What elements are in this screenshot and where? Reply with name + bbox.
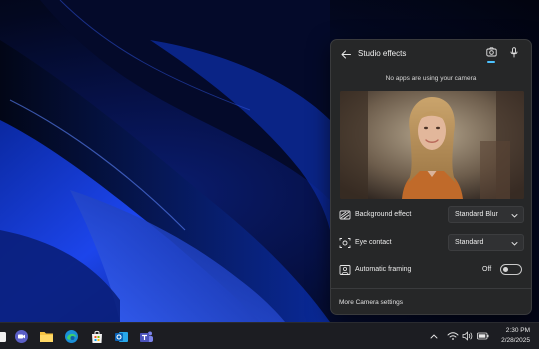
camera-preview-image <box>340 91 524 199</box>
taskbar-outlook[interactable] <box>113 328 130 345</box>
folder-icon <box>40 332 53 342</box>
flyout-divider <box>331 288 531 289</box>
taskbar-teams[interactable] <box>138 328 155 345</box>
app-icon <box>0 331 6 342</box>
eye-contact-label: Eye contact <box>355 239 392 246</box>
automatic-framing-toggle[interactable] <box>500 264 522 275</box>
camera-preview <box>340 91 524 199</box>
tab-camera[interactable] <box>483 45 499 63</box>
taskbar: 2:30 PM 2/28/2025 <box>0 322 539 349</box>
chevron-up-icon <box>430 334 438 339</box>
automatic-framing-icon <box>339 265 351 275</box>
battery-button[interactable] <box>477 330 489 342</box>
battery-icon <box>477 332 489 340</box>
chevron-down-icon <box>511 214 518 218</box>
background-effect-label: Background effect <box>355 211 412 218</box>
speaker-icon <box>462 331 473 341</box>
taskbar-file-explorer[interactable] <box>38 328 55 345</box>
taskbar-app-partial[interactable] <box>0 328 9 345</box>
flyout-header: Studio effects <box>331 40 531 68</box>
network-button[interactable] <box>447 330 459 342</box>
taskbar-store[interactable] <box>88 328 105 345</box>
teams-icon <box>140 331 153 342</box>
back-arrow-icon <box>341 50 351 58</box>
background-effect-icon <box>339 210 351 220</box>
eye-contact-icon <box>339 238 351 248</box>
studio-effects-flyout: Studio effects No apps are using your ca… <box>330 39 532 315</box>
microphone-icon <box>510 47 518 58</box>
taskbar-teams-meeting[interactable] <box>13 328 30 345</box>
tab-selected-indicator <box>487 61 495 63</box>
wifi-icon <box>447 332 459 340</box>
camera-status-text: No apps are using your camera <box>385 75 477 82</box>
toggle-knob <box>503 267 508 272</box>
edge-browser-icon <box>65 330 78 343</box>
background-effect-dropdown[interactable]: Standard Blur <box>448 206 524 223</box>
outlook-icon <box>115 331 128 342</box>
chevron-down-icon <box>511 242 518 246</box>
background-effect-value: Standard Blur <box>455 211 498 218</box>
taskbar-edge[interactable] <box>63 328 80 345</box>
tab-microphone[interactable] <box>507 45 521 61</box>
eye-contact-row: Eye contact Standard <box>331 232 531 254</box>
flyout-title: Studio effects <box>358 49 407 58</box>
eye-contact-dropdown[interactable]: Standard <box>448 234 524 251</box>
taskbar-clock-time[interactable]: 2:30 PM <box>500 327 530 334</box>
eye-contact-value: Standard <box>455 239 484 246</box>
background-effect-row: Background effect Standard Blur <box>331 204 531 226</box>
taskbar-clock-date[interactable]: 2/28/2025 <box>493 337 530 344</box>
automatic-framing-label: Automatic framing <box>355 266 412 273</box>
automatic-framing-state: Off <box>482 266 492 273</box>
camera-icon <box>485 47 497 57</box>
volume-button[interactable] <box>462 330 474 342</box>
show-hidden-icons-button[interactable] <box>428 330 440 342</box>
store-icon <box>91 330 102 343</box>
more-camera-settings-link[interactable]: More Camera settings <box>339 299 403 306</box>
back-button[interactable] <box>338 46 354 62</box>
video-call-icon <box>15 330 28 343</box>
automatic-framing-row: Automatic framing Off <box>331 259 531 281</box>
